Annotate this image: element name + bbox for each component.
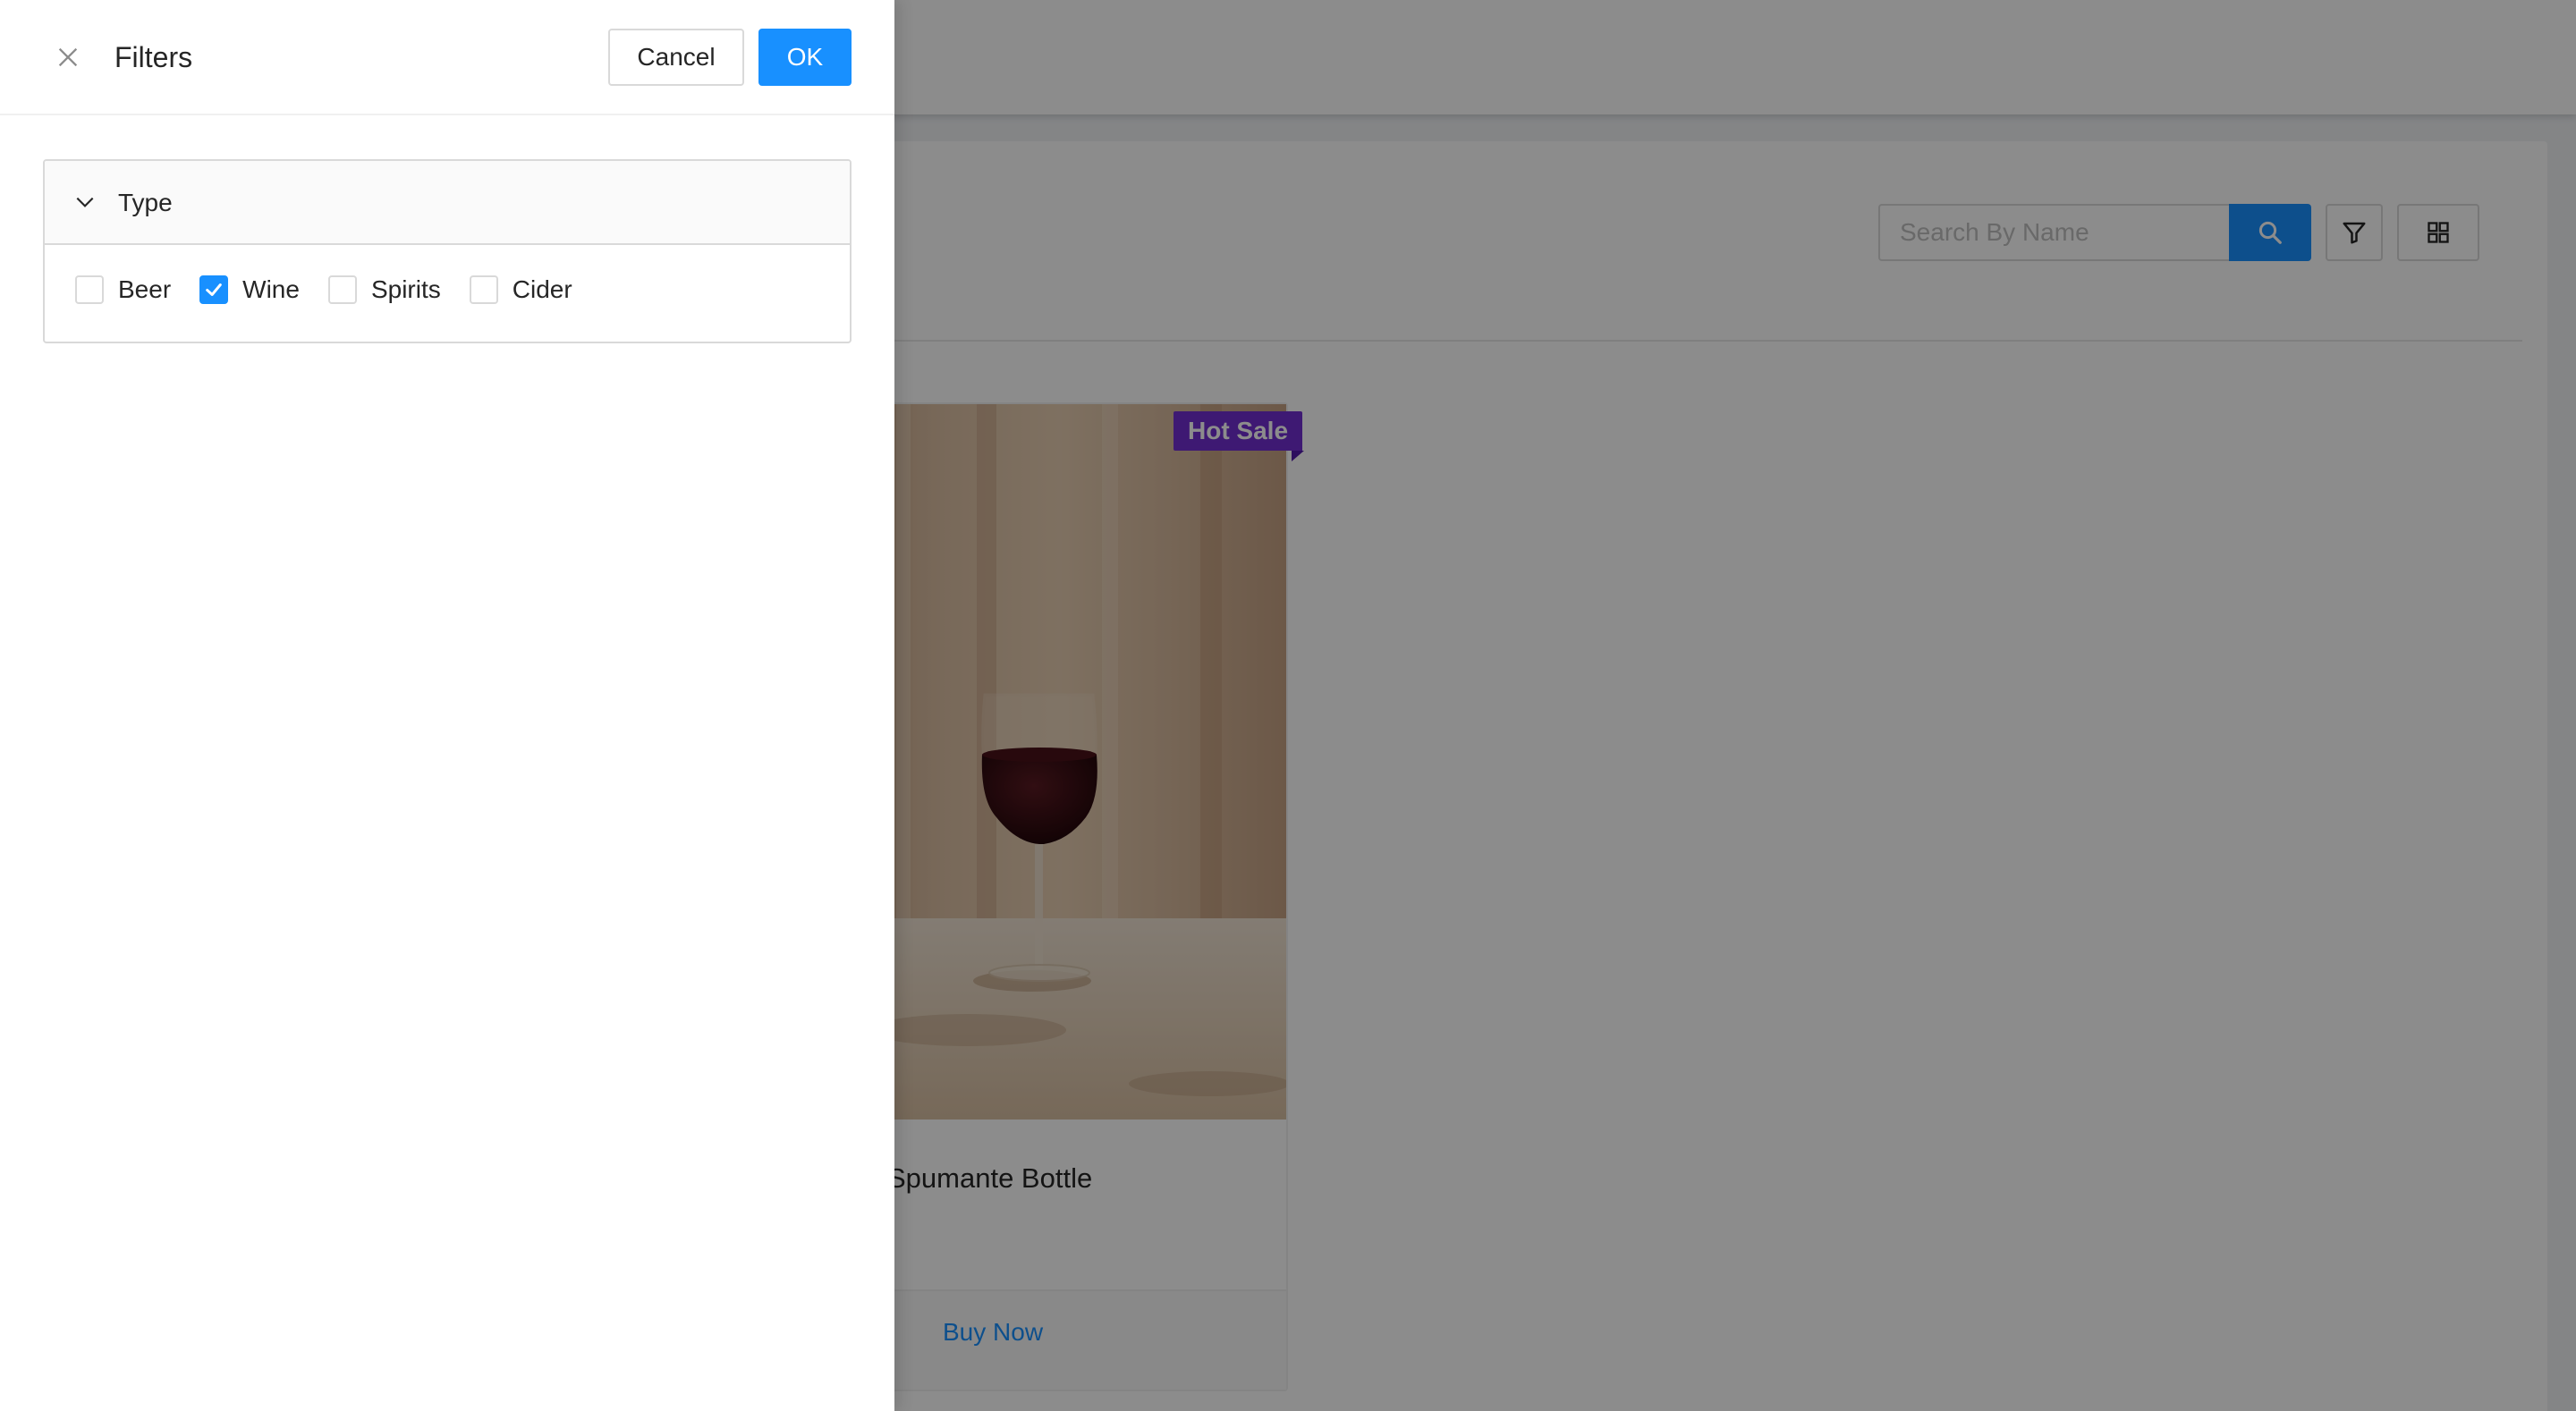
type-checkbox-group: Beer Wine Spirits Cider [75,275,601,304]
type-panel-title: Type [118,189,173,216]
type-panel-header[interactable]: Type [45,161,850,245]
checkbox-cider[interactable]: Cider [469,275,572,304]
checkbox-box[interactable] [199,275,229,304]
chevron-down-icon [76,197,94,207]
checkbox-box[interactable] [75,275,104,304]
close-button[interactable] [50,39,86,75]
drawer-title: Filters [114,41,193,73]
type-filter-panel: Type Beer Wine Spirits Cider [43,159,852,343]
checkbox-label: Wine [242,275,300,303]
checkbox-label: Beer [118,275,172,303]
checkbox-label: Cider [512,275,572,303]
checkbox-spirits[interactable]: Spirits [327,275,441,304]
cancel-button[interactable]: Cancel [608,29,744,86]
checkbox-box[interactable] [327,275,357,304]
checkmark-icon [206,283,222,296]
filters-drawer: Filters Cancel OK Type Beer Wine Spirits… [0,0,894,1411]
checkbox-label: Spirits [370,275,441,303]
checkbox-wine[interactable]: Wine [199,275,300,304]
drawer-header: Filters Cancel OK [0,0,894,115]
type-panel-body: Beer Wine Spirits Cider [45,245,850,342]
checkbox-box[interactable] [469,275,498,304]
close-icon [58,47,78,67]
checkbox-beer[interactable]: Beer [75,275,171,304]
ok-button[interactable]: OK [758,29,852,86]
